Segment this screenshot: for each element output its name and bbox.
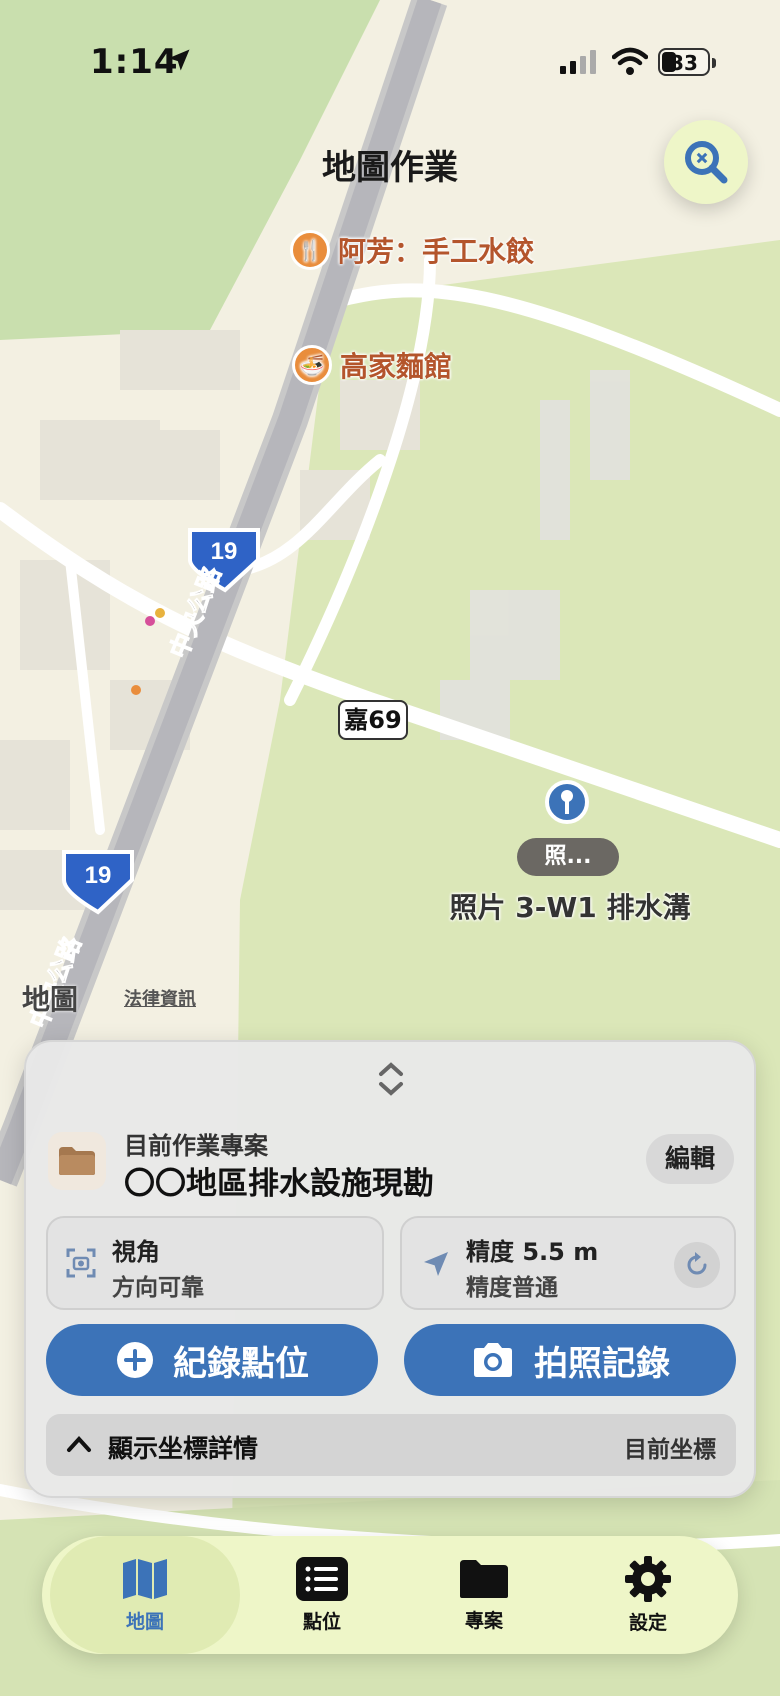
page-title: 地圖作業 xyxy=(322,148,458,188)
camera-icon xyxy=(474,1343,512,1377)
legal-link[interactable]: 法律資訊 xyxy=(124,985,196,1011)
heading-title: 視角 xyxy=(112,1238,160,1266)
location-arrow-icon xyxy=(424,1252,448,1276)
tab-projects[interactable]: 專案 xyxy=(404,1536,564,1654)
refresh-icon xyxy=(687,1252,707,1275)
svg-text:19: 19 xyxy=(85,862,112,889)
road-label-county: 嘉69 xyxy=(338,700,408,740)
tab-bar: 地圖 點位 專案 設定 xyxy=(42,1536,738,1654)
heading-value: 方向可靠 xyxy=(112,1275,204,1301)
map-icon xyxy=(123,1558,167,1599)
poi-dumpling-shop[interactable]: 🍴 阿芳：手工水餃 xyxy=(290,230,534,270)
accuracy-value: 精度普通 xyxy=(466,1275,558,1301)
list-icon xyxy=(296,1556,348,1601)
pin-callout[interactable]: 照... xyxy=(517,838,619,876)
location-arrow-icon xyxy=(168,49,190,71)
cellular-signal-icon xyxy=(560,50,596,74)
svg-text:19: 19 xyxy=(211,538,238,565)
zoom-to-location-button[interactable] xyxy=(664,120,748,204)
bottom-sheet: 目前作業專案 〇〇地區排水設施現勘 編輯 視角 方向可靠 精度 5.5 m 精度… xyxy=(24,1040,756,1498)
take-photo-button[interactable]: 拍照記錄 xyxy=(404,1324,736,1396)
restaurant-icon: 🍴 xyxy=(290,230,330,270)
pin-title: 照片 3-W1 排水溝 xyxy=(449,891,691,924)
chevron-up-down-icon[interactable] xyxy=(376,1060,406,1098)
project-name: 〇〇地區排水設施現勘 xyxy=(124,1166,434,1202)
plus-circle-icon xyxy=(117,1342,153,1378)
map-pin-icon[interactable] xyxy=(545,780,589,828)
coordinates-value: 目前坐標 xyxy=(624,1437,716,1463)
battery-indicator: 33 xyxy=(658,48,716,76)
heading-card: 視角 方向可靠 xyxy=(46,1216,384,1310)
tab-map[interactable]: 地圖 xyxy=(50,1536,240,1654)
record-point-button[interactable]: 紀錄點位 xyxy=(46,1324,378,1396)
tab-settings[interactable]: 設定 xyxy=(568,1536,728,1654)
magnifier-icon xyxy=(685,141,728,184)
coordinates-toggle[interactable]: 顯示坐標詳情 目前坐標 xyxy=(46,1414,736,1476)
view-angle-icon xyxy=(66,1248,96,1278)
maps-attribution: 地圖 xyxy=(22,983,79,1016)
edit-project-button[interactable]: 編輯 xyxy=(646,1134,734,1184)
accuracy-card: 精度 5.5 m 精度普通 xyxy=(400,1216,736,1310)
wifi-icon xyxy=(612,47,648,75)
coordinates-toggle-label: 顯示坐標詳情 xyxy=(108,1434,259,1463)
gear-icon xyxy=(625,1555,671,1602)
refresh-button[interactable] xyxy=(674,1242,720,1288)
noodle-bowl-icon: 🍜 xyxy=(292,345,332,385)
poi-noodle-shop[interactable]: 🍜 高家麵館 xyxy=(292,345,452,385)
accuracy-title: 精度 5.5 m xyxy=(466,1238,599,1266)
status-bar: 1:14 33 xyxy=(0,0,780,120)
chevron-up-icon xyxy=(67,1436,91,1452)
project-label: 目前作業專案 xyxy=(124,1132,268,1160)
project-folder-icon xyxy=(48,1132,106,1190)
tab-points[interactable]: 點位 xyxy=(242,1536,402,1654)
folder-icon xyxy=(460,1559,508,1598)
